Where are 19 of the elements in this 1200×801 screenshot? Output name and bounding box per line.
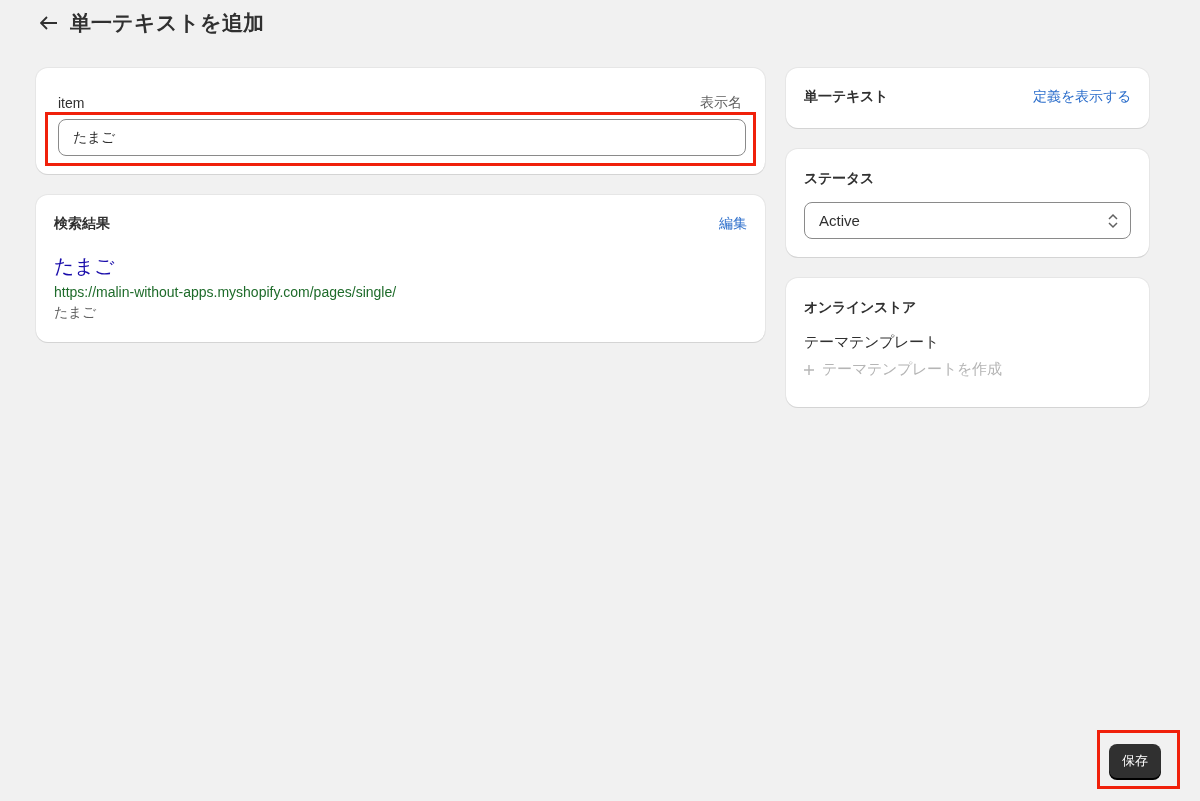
search-result-url: https://malin-without-apps.myshopify.com/pages/single/ (54, 284, 398, 300)
plus-icon (804, 364, 814, 375)
status-select[interactable]: Active (804, 202, 1131, 239)
chevron-up-down-icon (1108, 212, 1118, 229)
field-hint: 表示名 (700, 94, 742, 112)
back-arrow-icon[interactable] (40, 16, 58, 30)
edit-link[interactable]: 編集 (719, 215, 747, 233)
save-button[interactable]: 保存 (1109, 744, 1161, 778)
field-label: item (58, 95, 85, 111)
template-label: テーマテンプレート (804, 333, 939, 350)
card-title: ステータス (804, 170, 874, 186)
page-title: 単一テキストを追加 (70, 10, 264, 36)
search-result-title: たまご (54, 254, 115, 279)
search-result-description: たまご (54, 304, 97, 322)
card-title: 検索結果 (54, 215, 110, 233)
definition-link[interactable]: 定義を表示する (1033, 88, 1131, 106)
card-title: 単一テキスト (804, 88, 888, 106)
card-title: オンラインストア (804, 299, 916, 315)
input-field[interactable]: たまご (58, 119, 746, 156)
